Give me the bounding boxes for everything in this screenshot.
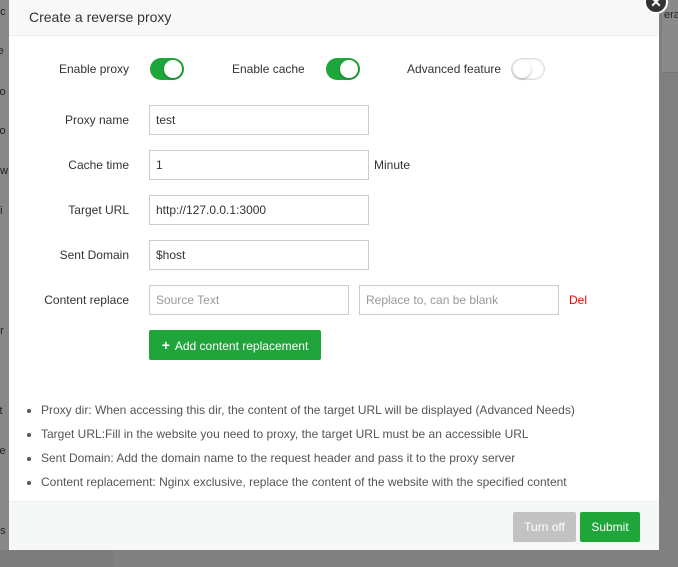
turn-off-button[interactable]: Turn off (513, 512, 576, 542)
delete-replacement-link[interactable]: Del (569, 293, 587, 307)
enable-proxy-toggle[interactable] (150, 58, 184, 80)
advanced-feature-toggle[interactable] (511, 58, 545, 80)
proxy-name-label: Proxy name (64, 113, 129, 127)
help-notes-list: Proxy dir: When accessing this dir, the … (23, 398, 661, 494)
target-url-label: Target URL (68, 203, 129, 217)
background-sidebar-item: F (0, 486, 1, 498)
plus-icon: + (161, 337, 170, 353)
source-text-input[interactable]: Source Text (149, 285, 349, 315)
toggle-knob (513, 60, 531, 78)
add-content-replacement-label: Add content replacement (174, 339, 309, 353)
enable-cache-label: Enable cache (232, 62, 305, 76)
background-sidebar-item: er (0, 325, 4, 337)
background-sidebar-item: se (0, 445, 6, 457)
replace-text-input[interactable]: Replace to, can be blank (359, 285, 559, 315)
background-sidebar-item: co (0, 86, 6, 98)
reverse-proxy-dialog: Create a reverse proxy Enable proxy Enab… (9, 0, 659, 550)
background-sidebar-item: ow (0, 165, 9, 177)
help-note: Target URL:Fill in the website you need … (41, 422, 661, 446)
cache-time-label: Cache time (68, 158, 129, 172)
cache-time-unit: Minute (374, 158, 411, 172)
background-content (659, 0, 678, 567)
advanced-feature-label: Advanced feature (407, 62, 502, 76)
background-bottom-panel (113, 550, 678, 567)
cache-time-input[interactable]: 1 (149, 150, 369, 180)
dialog-title: Create a reverse proxy (29, 9, 172, 25)
enable-cache-toggle[interactable] (326, 58, 360, 80)
background-sidebar-item: ct (0, 405, 3, 417)
background-sidebar-item: ns (0, 525, 6, 537)
help-note: Sent Domain: Add the domain name to the … (41, 446, 661, 470)
background-tab-label: era (664, 9, 678, 21)
content-replace-label: Content replace (44, 293, 129, 307)
help-note: Proxy dir: When accessing this dir, the … (41, 398, 661, 422)
help-note: Content replacement: Nginx exclusive, re… (41, 470, 661, 494)
target-url-input[interactable]: http://127.0.0.1:3000 (149, 195, 369, 225)
background-sidebar-item: ec (0, 6, 6, 18)
background-sidebar-item: t i (0, 205, 3, 217)
sent-domain-input[interactable]: $host (149, 240, 369, 270)
submit-button[interactable]: Submit (580, 512, 640, 542)
toggle-knob (340, 60, 358, 78)
proxy-name-input[interactable]: test (149, 105, 369, 135)
dialog-footer: Turn off Submit (9, 501, 659, 550)
toggle-knob (164, 60, 182, 78)
enable-proxy-label: Enable proxy (59, 62, 130, 76)
add-content-replacement-button[interactable]: + Add content replacement (149, 330, 321, 360)
background-sidebar-item: re (0, 45, 4, 57)
background-sidebar-item: co (0, 125, 6, 137)
dialog-header: Create a reverse proxy (9, 0, 659, 36)
sent-domain-label: Sent Domain (59, 248, 129, 262)
